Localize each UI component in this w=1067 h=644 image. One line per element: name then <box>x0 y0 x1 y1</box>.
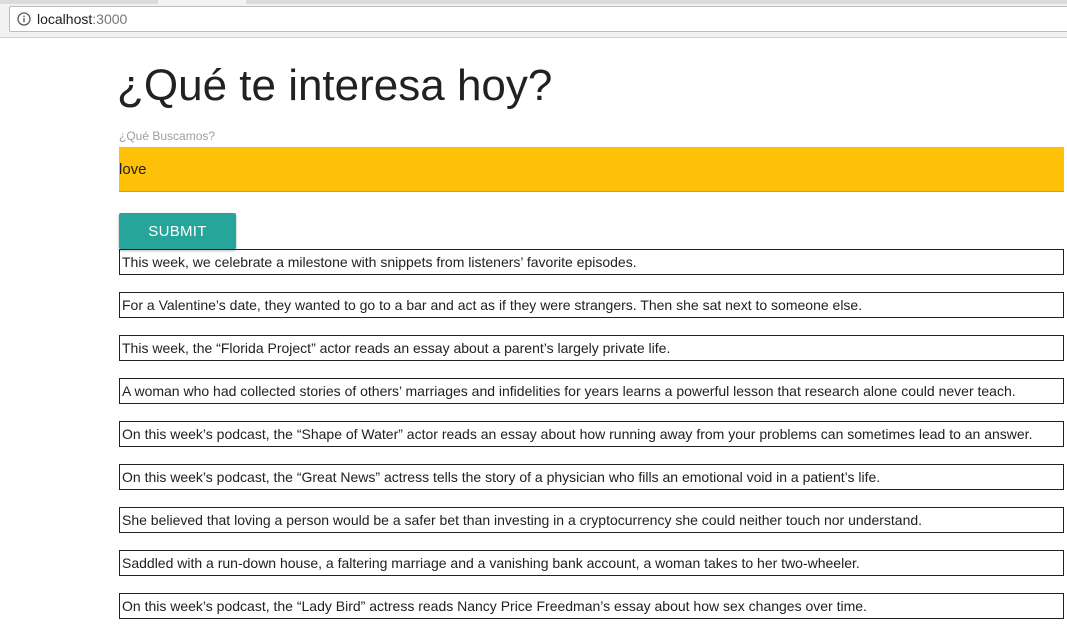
search-label: ¿Qué Buscamos? <box>119 129 216 143</box>
result-item[interactable]: On this week’s podcast, the “Lady Bird” … <box>119 593 1064 619</box>
info-icon[interactable] <box>17 12 31 26</box>
result-item[interactable]: A woman who had collected stories of oth… <box>119 378 1064 404</box>
url-text: localhost:3000 <box>37 11 127 28</box>
result-item[interactable]: On this week’s podcast, the “Great News”… <box>119 464 1064 490</box>
tab-strip <box>0 0 1067 4</box>
url-host: localhost <box>37 11 93 27</box>
results-list: This week, we celebrate a milestone with… <box>119 249 1064 636</box>
search-input[interactable] <box>119 147 1064 192</box>
url-port: :3000 <box>92 11 128 27</box>
submit-button[interactable]: SUBMIT <box>119 213 236 249</box>
result-item[interactable]: For a Valentine’s date, they wanted to g… <box>119 292 1064 318</box>
result-item[interactable]: She believed that loving a person would … <box>119 507 1064 533</box>
result-item[interactable]: Saddled with a run-down house, a falteri… <box>119 550 1064 576</box>
result-item[interactable]: On this week’s podcast, the “Shape of Wa… <box>119 421 1064 447</box>
browser-chrome: localhost:3000 <box>0 0 1067 38</box>
address-bar[interactable]: localhost:3000 <box>9 6 1067 32</box>
active-tab[interactable] <box>158 0 246 4</box>
page-title: ¿Qué te interesa hoy? <box>117 61 553 110</box>
result-item[interactable]: This week, we celebrate a milestone with… <box>119 249 1064 275</box>
result-item[interactable]: This week, the “Florida Project” actor r… <box>119 335 1064 361</box>
